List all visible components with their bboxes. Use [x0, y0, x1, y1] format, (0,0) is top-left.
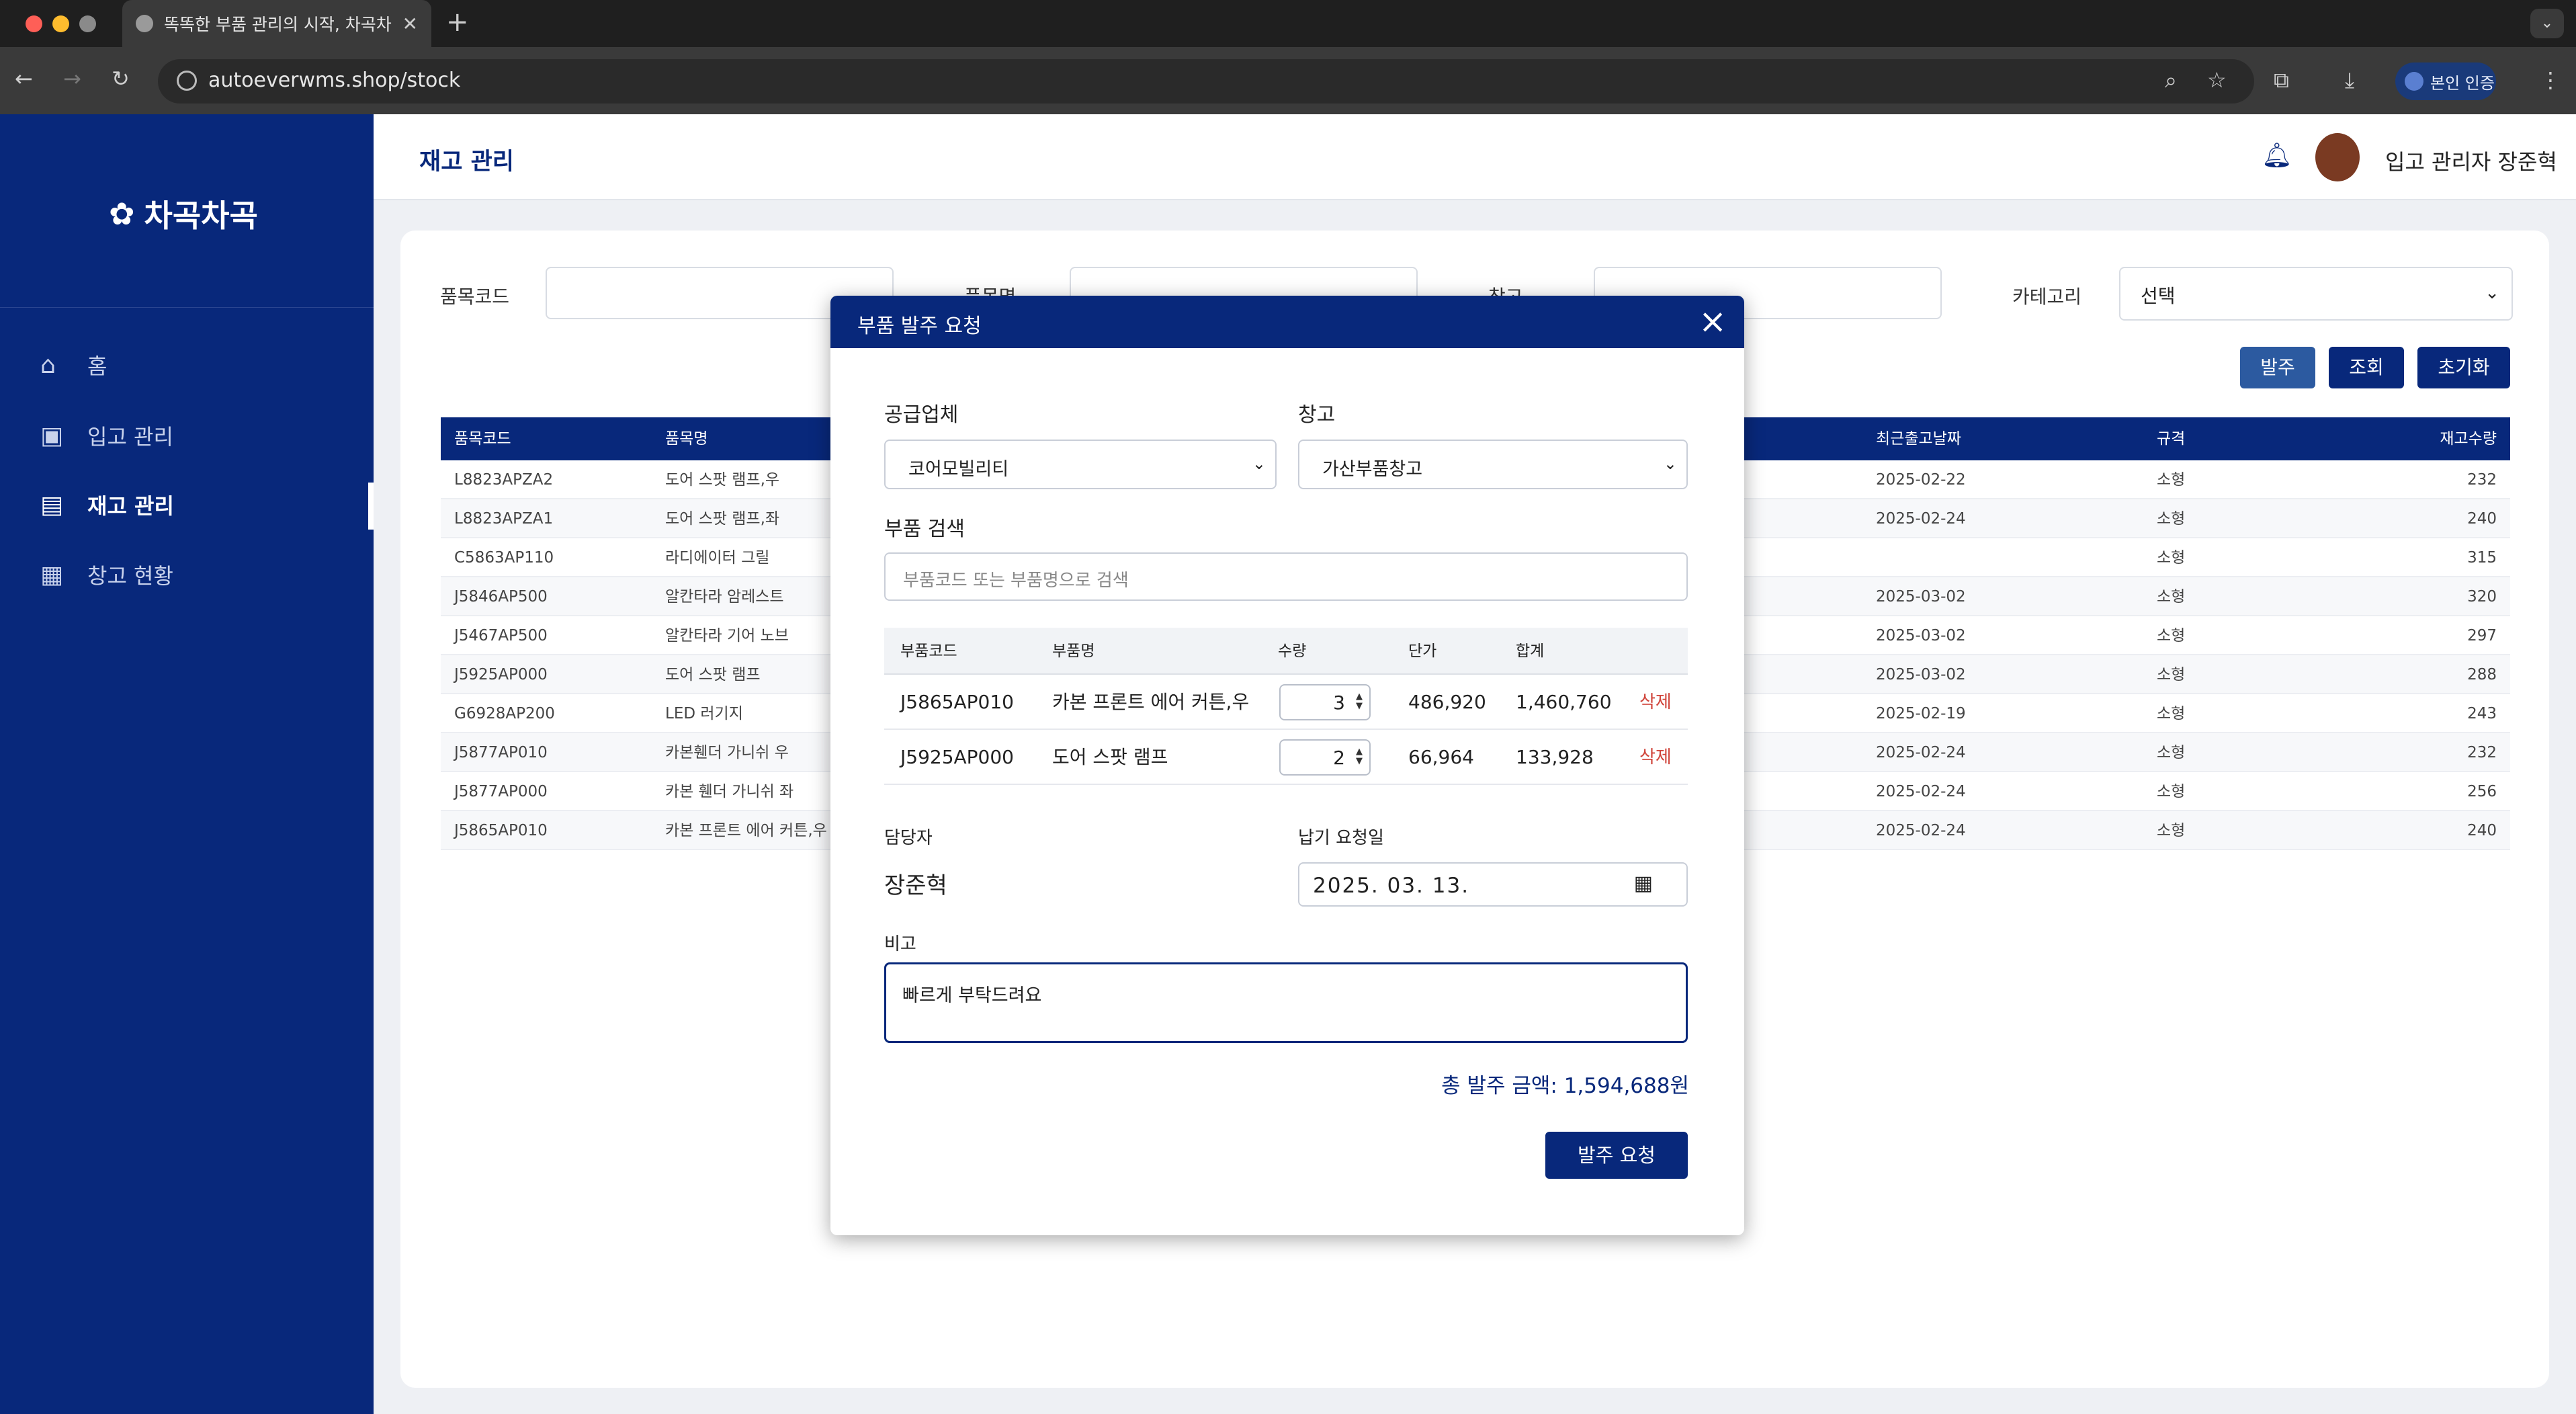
close-icon[interactable]: × [1699, 301, 1727, 341]
search-placeholder: 부품코드 또는 부품명으로 검색 [903, 571, 1129, 591]
item-price: 66,964 [1408, 746, 1474, 768]
delete-button[interactable]: 삭제 [1639, 675, 1672, 730]
chevron-down-icon: ⌄ [1252, 454, 1266, 473]
order-item-row: J5925AP000 도어 스팟 램프 2 ▲ ▼ 66,964 133,928 … [884, 730, 1688, 785]
part-search-input[interactable]: 부품코드 또는 부품명으로 검색 [884, 552, 1688, 601]
memo-textarea[interactable]: 빠르게 부탁드려요 [884, 962, 1688, 1043]
warehouse-select[interactable]: 가산부품창고 ⌄ [1298, 440, 1688, 489]
delete-button[interactable]: 삭제 [1639, 730, 1672, 785]
spinner-icon[interactable]: ▲ ▼ [1356, 747, 1363, 766]
col-part-name: 부품명 [1052, 642, 1095, 660]
supplier-label: 공급업체 [884, 403, 959, 427]
supplier-value: 코어모빌리티 [908, 459, 1009, 480]
modal-header: 부품 발주 요청 × [830, 296, 1744, 348]
order-modal: 부품 발주 요청 × 공급업체 코어모빌리티 ⌄ 창고 가산부품창고 ⌄ 부품 … [830, 296, 1744, 1235]
modal-title: 부품 발주 요청 [857, 315, 982, 338]
col-qty: 수량 [1278, 642, 1307, 660]
qty-value: 3 [1333, 692, 1345, 714]
due-date-input[interactable]: 2025. 03. 13. ▦ [1298, 862, 1688, 907]
qty-value: 2 [1333, 747, 1345, 769]
supplier-select[interactable]: 코어모빌리티 ⌄ [884, 440, 1277, 489]
manager-label: 담당자 [884, 828, 933, 848]
col-sum: 합계 [1516, 642, 1545, 660]
warehouse-label: 창고 [1298, 403, 1336, 427]
spinner-icon[interactable]: ▲ ▼ [1356, 692, 1363, 711]
item-code: J5925AP000 [900, 746, 1014, 768]
memo-label: 비고 [884, 934, 916, 954]
item-price: 486,920 [1408, 691, 1486, 713]
submit-order-button[interactable]: 발주 요청 [1545, 1132, 1688, 1179]
memo-value: 빠르게 부탁드려요 [902, 985, 1042, 1006]
item-name: 카본 프론트 에어 커튼,우 [1052, 691, 1250, 713]
quantity-stepper[interactable]: 3 ▲ ▼ [1279, 684, 1371, 720]
items-header: 부품코드 부품명 수량 단가 합계 [884, 628, 1688, 675]
quantity-stepper[interactable]: 2 ▲ ▼ [1279, 739, 1371, 776]
warehouse-value: 가산부품창고 [1322, 459, 1423, 480]
total-amount: 총 발주 금액: 1,594,688원 [1441, 1074, 1689, 1098]
item-name: 도어 스팟 램프 [1052, 746, 1168, 768]
calendar-icon[interactable]: ▦ [1634, 872, 1654, 895]
due-date-label: 납기 요청일 [1298, 828, 1384, 848]
item-sum: 1,460,760 [1516, 691, 1612, 713]
col-price: 단가 [1408, 642, 1437, 660]
manager-value: 장준혁 [884, 872, 947, 899]
chevron-down-icon: ⌄ [1663, 454, 1677, 473]
item-sum: 133,928 [1516, 746, 1594, 768]
due-date-value: 2025. 03. 13. [1313, 874, 1470, 898]
item-code: J5865AP010 [900, 691, 1014, 713]
part-search-label: 부품 검색 [884, 517, 965, 541]
col-part-code: 부품코드 [900, 642, 957, 660]
order-items-table: 부품코드 부품명 수량 단가 합계 J5865AP010 카본 프론트 에어 커… [884, 628, 1688, 785]
order-item-row: J5865AP010 카본 프론트 에어 커튼,우 3 ▲ ▼ 486,920 1… [884, 675, 1688, 730]
